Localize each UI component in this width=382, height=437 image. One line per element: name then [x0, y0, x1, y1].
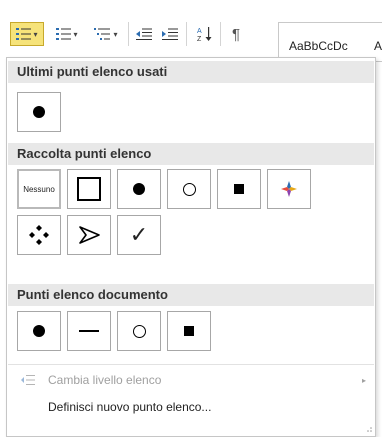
change-list-level-label: Cambia livello elenco: [48, 373, 162, 387]
bullet-dot[interactable]: [117, 169, 161, 209]
bullet-library-dropdown: Ultimi punti elenco usati Raccolta punti…: [6, 57, 376, 437]
increase-indent-button[interactable]: [158, 22, 182, 46]
increase-indent-icon: [162, 28, 178, 40]
colored-star-icon: [281, 181, 297, 197]
decrease-indent-icon: [136, 28, 152, 40]
hollow-circle-icon: [182, 182, 196, 196]
style-preview: AaBbCcDc: [289, 39, 348, 53]
filled-dot-icon: [33, 325, 45, 337]
dash-icon: [79, 330, 99, 332]
numbering-button[interactable]: ▾: [50, 22, 84, 46]
doc-bullet-dash[interactable]: [67, 311, 111, 351]
resize-grip-icon[interactable]: [364, 425, 372, 433]
filled-dot-icon: [133, 183, 145, 195]
chevron-down-icon: ▾: [73, 29, 78, 39]
bullet-colored-star[interactable]: [267, 169, 311, 209]
diamond-cluster-icon: [29, 225, 49, 245]
bullet-none[interactable]: Nessuno: [17, 169, 61, 209]
document-bullets-header: Punti elenco documento: [8, 284, 374, 306]
submenu-arrow-icon: ▸: [361, 375, 366, 385]
doc-bullet-dot[interactable]: [17, 311, 61, 351]
checkmark-icon: ✓: [129, 222, 149, 248]
multilevel-list-button[interactable]: ▾: [88, 22, 124, 46]
svg-text:A: A: [197, 28, 202, 35]
numbering-icon: [56, 28, 72, 40]
bullet-square-outline[interactable]: [67, 169, 111, 209]
bullet-square[interactable]: [217, 169, 261, 209]
arrowhead-icon: [79, 226, 100, 244]
bullet-arrowhead[interactable]: [67, 215, 111, 255]
doc-bullet-circle[interactable]: [117, 311, 161, 351]
filled-dot-icon: [33, 106, 45, 118]
separator: [186, 22, 187, 46]
list-indent-icon: [8, 374, 48, 386]
sort-icon: A Z: [197, 27, 212, 42]
decrease-indent-button[interactable]: [132, 22, 156, 46]
hollow-square-icon: [77, 177, 101, 201]
separator: [128, 22, 129, 46]
separator: [220, 22, 221, 46]
recent-bullets-header: Ultimi punti elenco usati: [8, 61, 374, 83]
none-label: Nessuno: [23, 184, 55, 194]
show-formatting-button[interactable]: ¶: [224, 22, 248, 46]
multilevel-list-icon: [94, 28, 111, 40]
bullets-icon: [16, 28, 32, 40]
doc-bullet-square[interactable]: [167, 311, 211, 351]
bullets-button[interactable]: ▾: [10, 22, 44, 46]
chevron-down-icon: ▾: [113, 29, 118, 39]
filled-square-icon: [234, 184, 244, 194]
filled-square-icon: [184, 326, 194, 336]
svg-text:Z: Z: [197, 36, 202, 42]
style-preview-next: A: [374, 39, 382, 53]
bullet-checkmark[interactable]: ✓: [117, 215, 161, 255]
chevron-down-icon: ▾: [33, 29, 38, 39]
change-list-level-item[interactable]: Cambia livello elenco ▸: [8, 369, 374, 391]
styles-gallery[interactable]: AaBbCcDc A: [278, 22, 382, 62]
recent-bullet-dot[interactable]: [17, 92, 61, 132]
bullet-diamond-cluster[interactable]: [17, 215, 61, 255]
sort-button[interactable]: A Z: [192, 22, 218, 46]
define-new-bullet-label: Definisci nuovo punto elenco...: [48, 400, 212, 414]
menu-separator: [8, 364, 374, 365]
ribbon: ▾ ▾ ▾ A Z ¶ AaBbCcDc A: [0, 0, 382, 62]
pilcrow-icon: ¶: [231, 25, 241, 43]
hollow-circle-icon: [132, 324, 146, 338]
define-new-bullet-item[interactable]: Definisci nuovo punto elenco...: [8, 396, 374, 418]
bullet-library-header: Raccolta punti elenco: [8, 143, 374, 165]
bullet-circle[interactable]: [167, 169, 211, 209]
